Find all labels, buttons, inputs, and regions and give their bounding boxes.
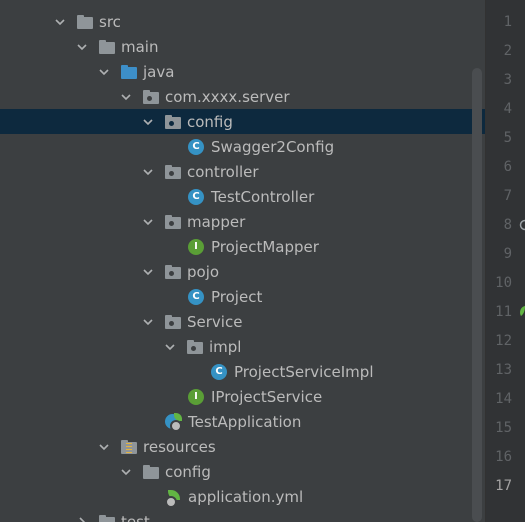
- chevron-down-icon[interactable]: [141, 165, 155, 179]
- interface-icon: I: [188, 238, 204, 255]
- chevron-down-icon[interactable]: [141, 265, 155, 279]
- tree-item-application-yml[interactable]: application.yml: [0, 484, 485, 509]
- package-icon: [165, 214, 181, 229]
- tree-item-label: src: [99, 12, 121, 31]
- tree-item-src[interactable]: src: [0, 9, 485, 34]
- tree-item-label: main: [121, 37, 159, 56]
- line-number: 1: [503, 14, 512, 30]
- tree-item-label: controller: [187, 162, 259, 181]
- package-icon: [165, 164, 181, 179]
- tree-item-com-xxxx-server[interactable]: com.xxxx.server: [0, 84, 485, 109]
- tree-item-label: application.yml: [188, 487, 304, 506]
- line-number: 8: [503, 217, 512, 233]
- tree-item-impl[interactable]: impl: [0, 334, 485, 359]
- chevron-down-icon[interactable]: [119, 465, 133, 479]
- tree-item-label: config: [187, 112, 233, 131]
- tree-item-projectserviceimpl[interactable]: C ProjectServiceImpl: [0, 359, 485, 384]
- tree-item-label: com.xxxx.server: [165, 87, 290, 106]
- chevron-down-icon[interactable]: [75, 40, 89, 54]
- tree-item-java[interactable]: java: [0, 59, 485, 84]
- line-number: 3: [503, 72, 512, 88]
- line-number: 5: [503, 130, 512, 146]
- chevron-down-icon[interactable]: [141, 215, 155, 229]
- spring-boot-app-icon: [165, 412, 183, 432]
- line-number: 6: [503, 159, 512, 175]
- tree-item-service[interactable]: Service: [0, 309, 485, 334]
- tree-item-main[interactable]: main: [0, 34, 485, 59]
- line-number: 4: [503, 101, 512, 117]
- tree-item-config-selected[interactable]: config: [0, 109, 485, 134]
- class-icon: C: [188, 288, 204, 305]
- chevron-down-icon[interactable]: [141, 115, 155, 129]
- class-icon: C: [188, 138, 204, 155]
- tree-item-label: IProjectService: [211, 387, 323, 406]
- tree-item-label: ProjectMapper: [211, 237, 319, 256]
- line-number: 13: [495, 362, 512, 378]
- line-number: 11: [495, 304, 512, 320]
- package-icon: [187, 339, 203, 354]
- interface-icon: I: [188, 388, 204, 405]
- tree-item-label: java: [143, 62, 175, 81]
- tree-item-label: Service: [187, 312, 243, 331]
- tree-item-controller[interactable]: controller: [0, 159, 485, 184]
- class-icon: C: [211, 363, 227, 380]
- line-number: 15: [495, 420, 512, 436]
- tree-item-swagger2config[interactable]: C Swagger2Config: [0, 134, 485, 159]
- package-icon: [165, 314, 181, 329]
- chevron-right-icon[interactable]: [75, 515, 89, 522]
- editor-gutter: 1 2 3 4 5 6 7 8 9 10 11 12 13 14 15 16 1…: [486, 0, 525, 522]
- line-number: 14: [495, 391, 512, 407]
- spring-gutter-icon[interactable]: [519, 305, 525, 317]
- folder-icon: [143, 464, 159, 479]
- tree-item-label: mapper: [187, 212, 246, 231]
- tree-top-edge: [0, 0, 485, 8]
- tree-item-label: TestApplication: [188, 412, 302, 431]
- tree-item-pojo[interactable]: pojo: [0, 259, 485, 284]
- line-number: 10: [495, 275, 512, 291]
- tree-scrollbar[interactable]: [472, 68, 482, 522]
- tree-item-test[interactable]: test: [0, 509, 485, 522]
- folder-icon: [99, 39, 115, 54]
- folder-icon: [77, 14, 93, 29]
- tree-item-resources-config[interactable]: config: [0, 459, 485, 484]
- tree-item-label: Project: [211, 287, 263, 306]
- resources-folder-icon: [121, 439, 137, 454]
- chevron-down-icon[interactable]: [97, 65, 111, 79]
- bean-gutter-icon[interactable]: [519, 219, 525, 231]
- folder-icon: [99, 514, 115, 522]
- line-number: 16: [495, 449, 512, 465]
- tree-item-project[interactable]: C Project: [0, 284, 485, 309]
- tree-item-testcontroller[interactable]: C TestController: [0, 184, 485, 209]
- spring-yml-icon: [165, 488, 183, 508]
- tree-item-resources[interactable]: resources: [0, 434, 485, 459]
- source-folder-icon: [121, 64, 137, 79]
- line-number: 12: [495, 333, 512, 349]
- tree-item-label: pojo: [187, 262, 220, 281]
- chevron-down-icon[interactable]: [119, 90, 133, 104]
- tree-item-projectmapper[interactable]: I ProjectMapper: [0, 234, 485, 259]
- package-icon: [143, 89, 159, 104]
- package-icon: [165, 114, 181, 129]
- tree-item-label: impl: [209, 337, 242, 356]
- tree-item-label: TestController: [211, 187, 315, 206]
- class-icon: C: [188, 188, 204, 205]
- line-number: 7: [503, 188, 512, 204]
- chevron-down-icon[interactable]: [141, 315, 155, 329]
- tree-item-label: Swagger2Config: [211, 137, 335, 156]
- chevron-down-icon[interactable]: [53, 15, 67, 29]
- tree-item-iprojectservice[interactable]: I IProjectService: [0, 384, 485, 409]
- tree-item-label: ProjectServiceImpl: [234, 362, 374, 381]
- tree-item-label: test: [121, 512, 150, 522]
- line-number: 9: [503, 246, 512, 262]
- package-icon: [165, 264, 181, 279]
- tree-item-testapplication[interactable]: TestApplication: [0, 409, 485, 434]
- chevron-down-icon[interactable]: [97, 440, 111, 454]
- line-number: 2: [503, 43, 512, 59]
- chevron-down-icon[interactable]: [163, 340, 177, 354]
- tree-item-label: config: [165, 462, 211, 481]
- tree-item-label: resources: [143, 437, 216, 456]
- tree-item-mapper[interactable]: mapper: [0, 209, 485, 234]
- project-tree: src main java com.xxxx.server config C S…: [0, 0, 485, 522]
- line-number-current: 17: [495, 478, 512, 494]
